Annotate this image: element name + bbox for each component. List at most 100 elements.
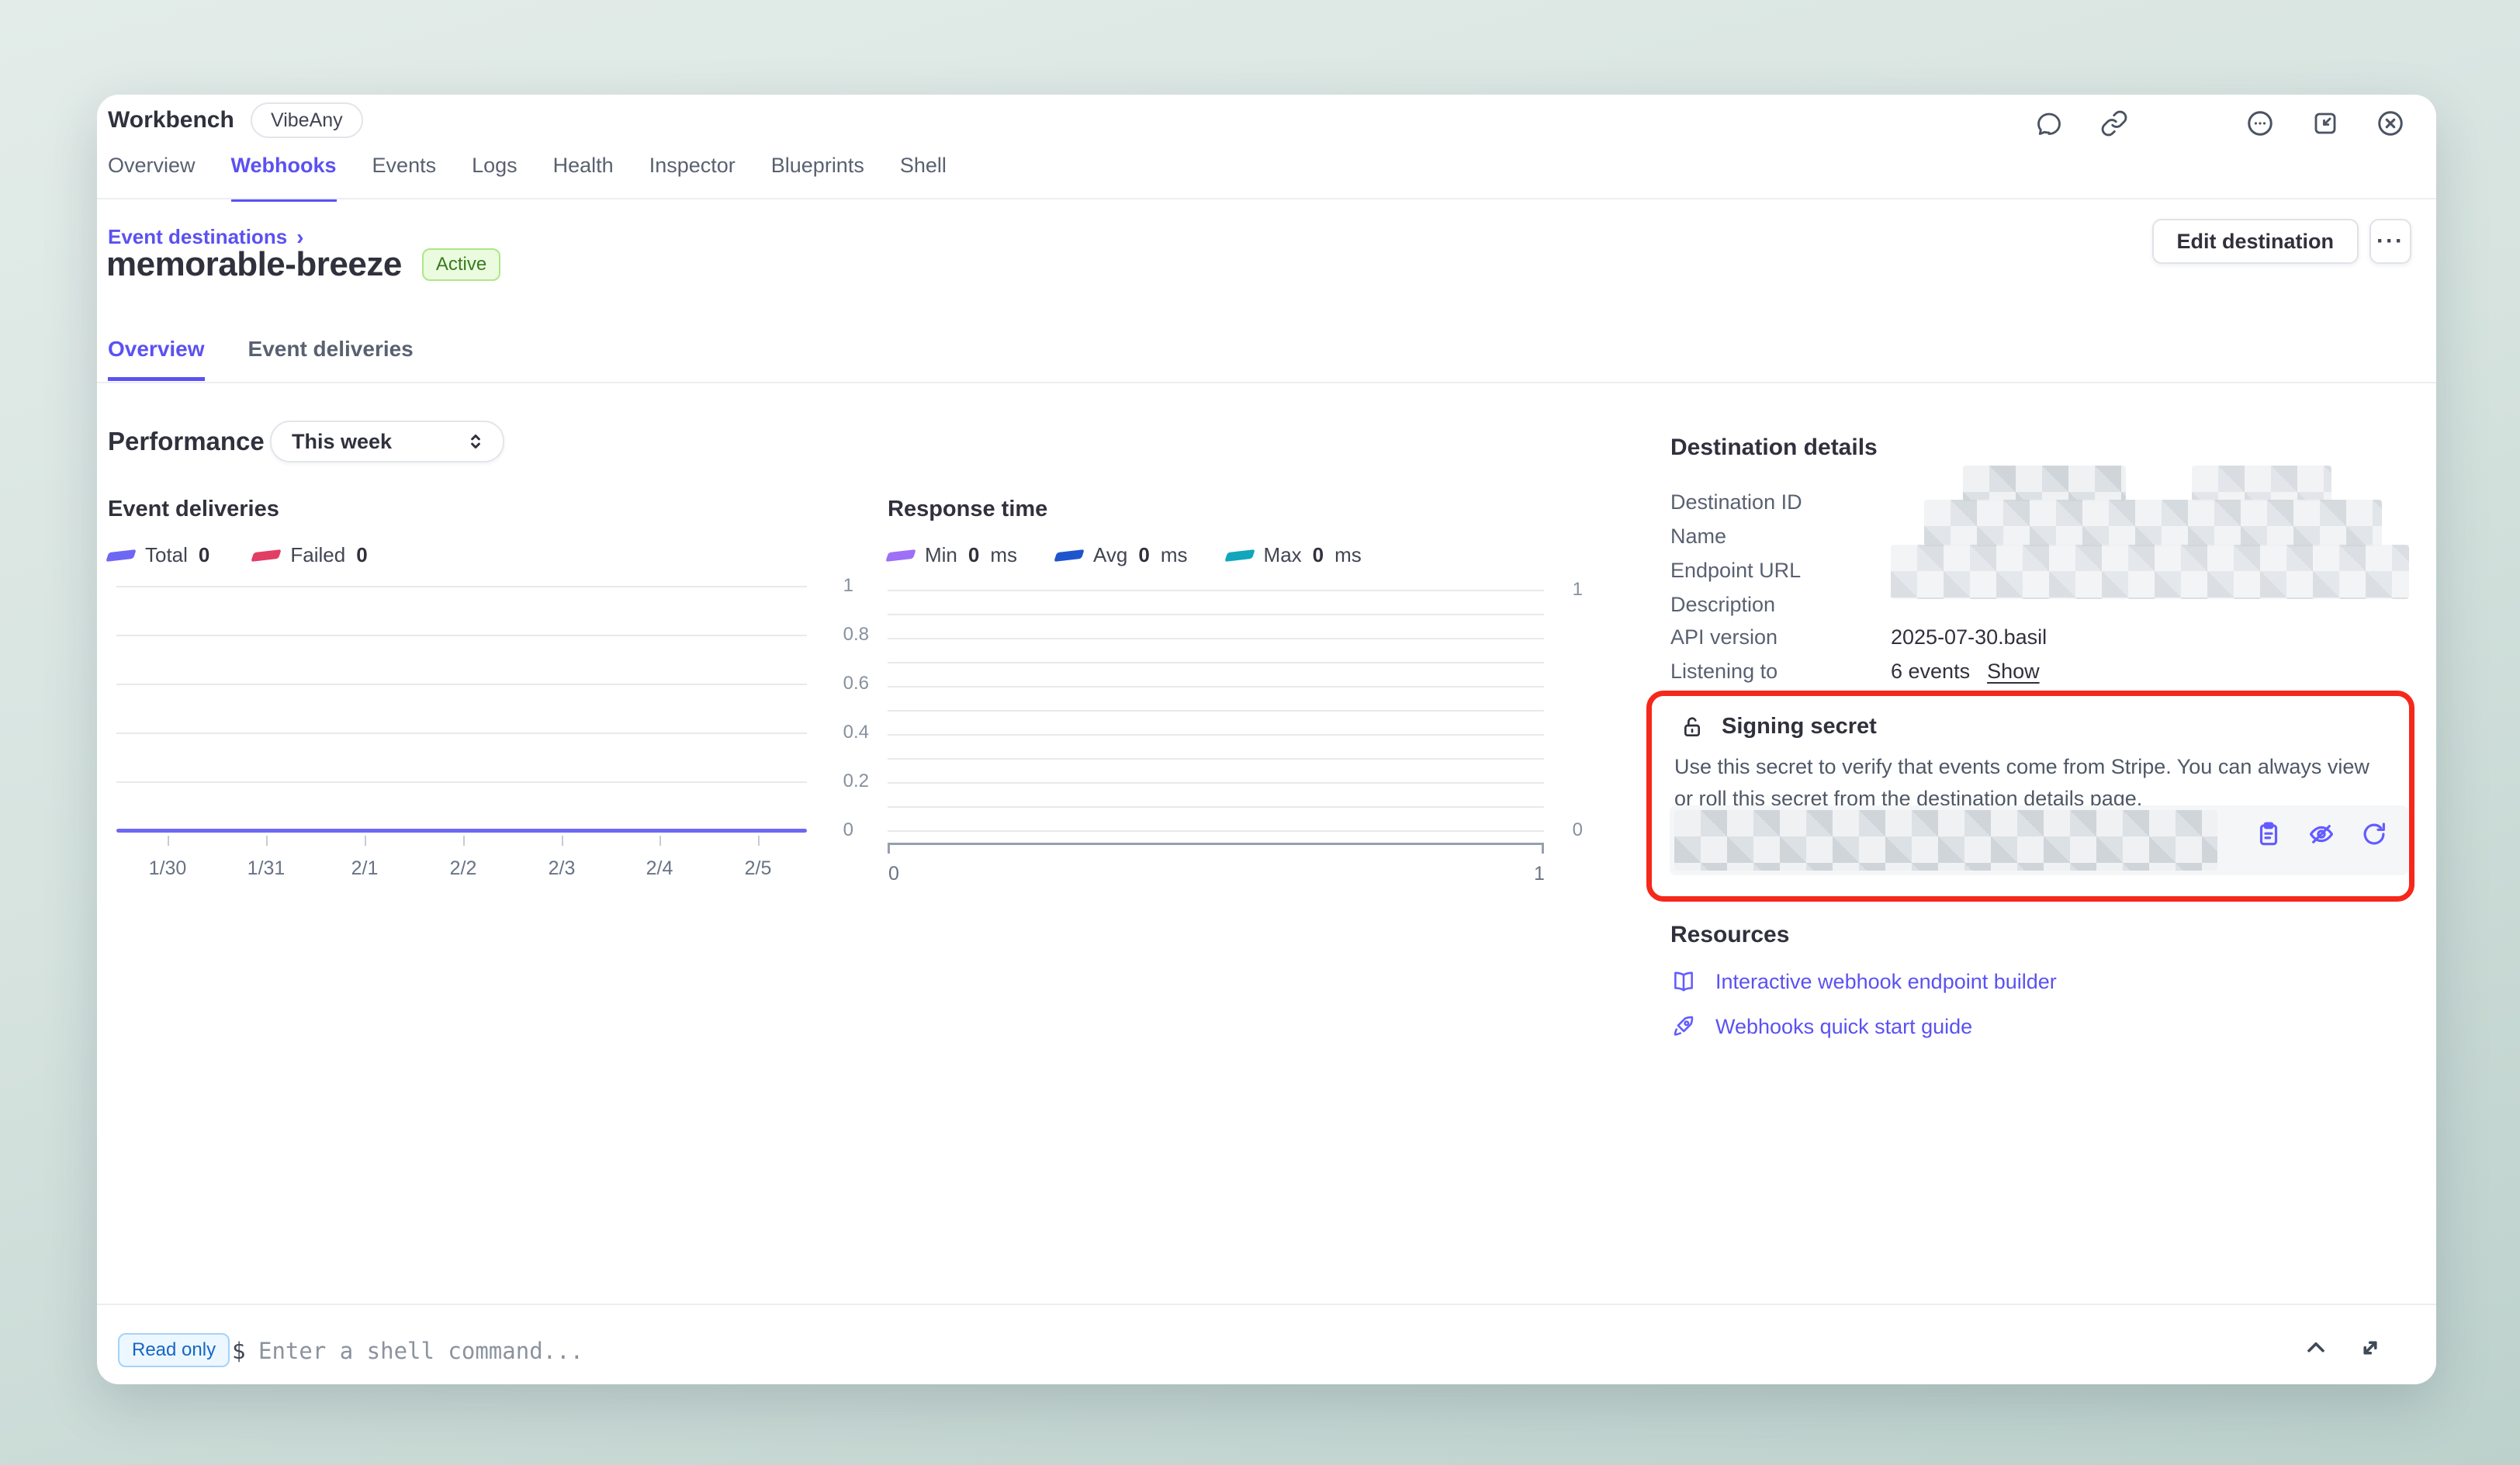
gridline [116, 586, 807, 587]
y-tick: 0.2 [843, 771, 869, 792]
response-time-title: Response time [888, 497, 1047, 522]
x-tick-label: 1/30 [149, 857, 187, 880]
gridline [888, 662, 1544, 663]
nav-tab-events[interactable]: Events [372, 154, 437, 202]
window-title: Workbench [108, 107, 234, 133]
page-title-row: memorable-breeze Active [106, 245, 500, 284]
event-deliveries-chart: 1 0.8 0.6 0.4 0.2 0 1/30 1/31 2/1 2/2 2/… [116, 586, 807, 833]
y-tick: 0 [843, 819, 853, 841]
x-tick-mark [562, 836, 563, 846]
gridline [888, 734, 1544, 736]
x-tick-label: 2/5 [745, 857, 772, 880]
total-swatch [106, 549, 136, 561]
hide-secret-icon[interactable] [2307, 819, 2336, 849]
shell-prompt: $ [232, 1338, 245, 1364]
gridline [888, 806, 1544, 808]
workbench-nav: Overview Webhooks Events Logs Health Ins… [108, 154, 947, 202]
show-events-link[interactable]: Show [1987, 660, 2040, 683]
signing-secret-heading: Signing secret [1722, 714, 1877, 739]
tab-event-deliveries[interactable]: Event deliveries [248, 337, 414, 381]
total-zero-line [116, 829, 807, 833]
redacted-endpoint-url [1891, 545, 2409, 599]
minimize-window-icon[interactable] [2311, 109, 2340, 138]
x-tick-label: 2/2 [450, 857, 477, 880]
gridline [888, 590, 1544, 591]
book-icon [1670, 968, 1697, 995]
dd-label-destination-id: Destination ID [1670, 490, 1802, 514]
more-options-icon[interactable] [2245, 109, 2275, 138]
min-swatch [885, 549, 916, 561]
y-tick: 0.6 [843, 673, 869, 694]
copy-link-icon[interactable] [2099, 109, 2129, 138]
fullscreen-shell-icon[interactable] [2356, 1333, 2385, 1363]
legend-max: Max 0 ms [1227, 543, 1362, 567]
x-tick-label: 2/4 [646, 857, 673, 880]
gridline [888, 758, 1544, 760]
destination-more-button[interactable]: ··· [2369, 219, 2411, 264]
x-tick-mark [463, 836, 465, 846]
redacted-destination-id [2192, 466, 2331, 501]
response-time-chart: 1 0 0 1 [888, 590, 1544, 838]
copy-secret-icon[interactable] [2254, 819, 2283, 849]
event-deliveries-legend: Total 0 Failed 0 [108, 543, 368, 567]
redacted-destination-id [1963, 466, 2126, 501]
nav-tab-shell[interactable]: Shell [900, 154, 947, 202]
legend-avg: Avg 0 ms [1056, 543, 1187, 567]
nav-tab-overview[interactable]: Overview [108, 154, 196, 202]
dd-value-api-version: 2025-07-30.basil [1891, 625, 2047, 649]
legend-failed: Failed 0 [253, 543, 367, 567]
x-tick-mark [266, 836, 268, 846]
dd-label-name: Name [1670, 525, 1726, 549]
nav-tab-health[interactable]: Health [553, 154, 614, 202]
link-webhooks-quick-start[interactable]: Webhooks quick start guide [1670, 1013, 1972, 1040]
dd-label-api-version: API version [1670, 625, 1778, 649]
shell-command-input[interactable] [258, 1332, 1810, 1370]
feedback-chat-icon[interactable] [2034, 109, 2064, 138]
y-tick: 0.4 [843, 722, 869, 743]
chevron-right-icon: › [296, 227, 303, 248]
y-tick: 1 [1573, 579, 1583, 601]
signing-secret-actions [2254, 819, 2389, 849]
y-tick: 0 [1573, 819, 1583, 841]
nav-tab-blueprints[interactable]: Blueprints [771, 154, 864, 202]
lock-open-icon [1680, 715, 1705, 739]
date-range-select[interactable]: This week [270, 421, 504, 462]
dd-label-endpoint-url: Endpoint URL [1670, 559, 1801, 583]
y-tick: 0.8 [843, 624, 869, 646]
tab-overview[interactable]: Overview [108, 337, 205, 381]
gridline [888, 710, 1544, 712]
x-tick-mark [365, 836, 366, 846]
dd-label-description: Description [1670, 593, 1775, 617]
edit-destination-button[interactable]: Edit destination [2152, 219, 2359, 264]
nav-separator [97, 198, 2436, 199]
readonly-badge: Read only [118, 1333, 230, 1367]
event-deliveries-title: Event deliveries [108, 497, 279, 522]
failed-swatch [251, 549, 282, 561]
status-badge: Active [422, 248, 500, 281]
x-tick-label: 0 [888, 863, 899, 885]
gridline [888, 614, 1544, 615]
max-swatch [1224, 549, 1255, 561]
gridline [116, 781, 807, 783]
expand-panel-up-icon[interactable] [2301, 1333, 2331, 1363]
gridline [888, 830, 1544, 832]
close-window-icon[interactable] [2376, 109, 2405, 138]
nav-tab-logs[interactable]: Logs [472, 154, 518, 202]
x-axis-line [888, 843, 1544, 845]
page-title: memorable-breeze [106, 245, 402, 284]
x-tick-label: 1 [1534, 863, 1545, 885]
environment-badge[interactable]: VibeAny [251, 102, 363, 138]
x-tick-mark [168, 836, 169, 846]
roll-secret-icon[interactable] [2359, 819, 2389, 849]
nav-tab-inspector[interactable]: Inspector [649, 154, 736, 202]
nav-tab-webhooks[interactable]: Webhooks [231, 154, 337, 202]
shell-separator [97, 1304, 2436, 1305]
destination-details-heading: Destination details [1670, 435, 1878, 461]
legend-total: Total 0 [108, 543, 209, 567]
resources-heading: Resources [1670, 922, 1789, 948]
rocket-icon [1670, 1013, 1697, 1040]
window-actions [2034, 109, 2405, 138]
link-webhook-endpoint-builder[interactable]: Interactive webhook endpoint builder [1670, 968, 2057, 995]
dd-label-listening-to: Listening to [1670, 660, 1778, 684]
x-tick-mark [659, 836, 661, 846]
